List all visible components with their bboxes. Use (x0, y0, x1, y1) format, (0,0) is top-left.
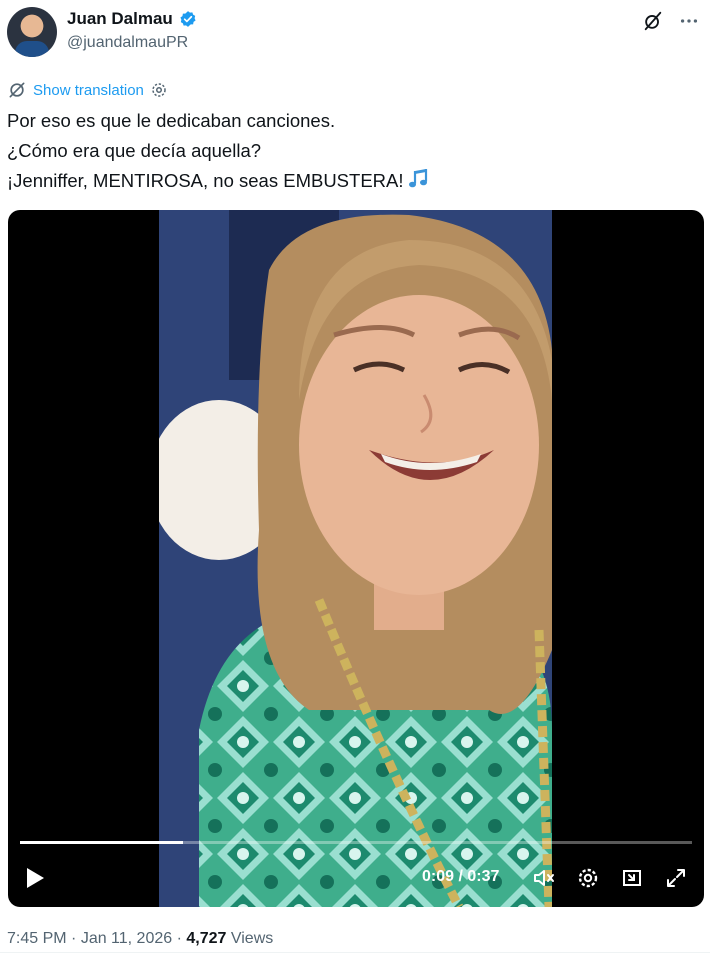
video-progress-bar[interactable] (20, 841, 692, 844)
translate-icon (9, 82, 25, 98)
video-frame[interactable] (159, 210, 552, 907)
volume-icon[interactable] (532, 866, 556, 890)
video-time: 0:09 / 0:37 (422, 868, 499, 886)
views-label: Views (226, 930, 274, 947)
verified-badge-icon (180, 11, 196, 27)
author-handle[interactable]: @juandalmauPR (67, 34, 188, 52)
tweet-time[interactable]: 7:45 PM (7, 930, 67, 947)
show-translation-label[interactable]: Show translation (33, 82, 144, 99)
meta-separator: · (66, 930, 81, 947)
pip-icon[interactable] (620, 866, 644, 890)
meta-separator: · (172, 930, 187, 947)
settings-icon[interactable] (150, 81, 168, 99)
video-controls: 0:09 / 0:37 (8, 858, 704, 898)
author-name-row[interactable]: Juan Dalmau (67, 9, 197, 29)
settings-icon[interactable] (576, 866, 600, 890)
video-time-current: 0:09 (422, 868, 455, 885)
avatar[interactable] (7, 7, 57, 57)
fullscreen-icon[interactable] (664, 866, 688, 890)
grok-icon[interactable] (642, 10, 664, 32)
tweet-date[interactable]: Jan 11, 2026 (81, 930, 172, 947)
tweet-line-3-text: ¡Jenniffer, MENTIROSA, no seas EMBUSTERA… (7, 170, 404, 191)
tweet-line-2: ¿Cómo era que decía aquella? (7, 140, 262, 161)
show-translation-link[interactable]: Show translation (7, 80, 168, 100)
music-notes-icon (408, 169, 427, 188)
video-still-image (159, 210, 552, 907)
tweet-line-1: Por eso es que le dedicaban canciones. (7, 110, 336, 131)
more-icon[interactable] (678, 10, 700, 32)
video-time-total: 0:37 (467, 868, 500, 885)
divider (0, 952, 710, 953)
video-player[interactable]: 0:09 / 0:37 (8, 210, 704, 907)
views-count: 4,727 (186, 930, 227, 947)
play-icon[interactable] (24, 866, 46, 890)
video-progress-fill (20, 841, 184, 844)
tweet-text: Por eso es que le dedicaban canciones. ¿… (7, 106, 697, 196)
author-name[interactable]: Juan Dalmau (67, 9, 173, 29)
tweet-line-3: ¡Jenniffer, MENTIROSA, no seas EMBUSTERA… (7, 166, 697, 196)
tweet-meta: 7:45 PM · Jan 11, 2026 · 4,727 Views (7, 930, 273, 948)
video-time-separator: / (454, 868, 468, 885)
